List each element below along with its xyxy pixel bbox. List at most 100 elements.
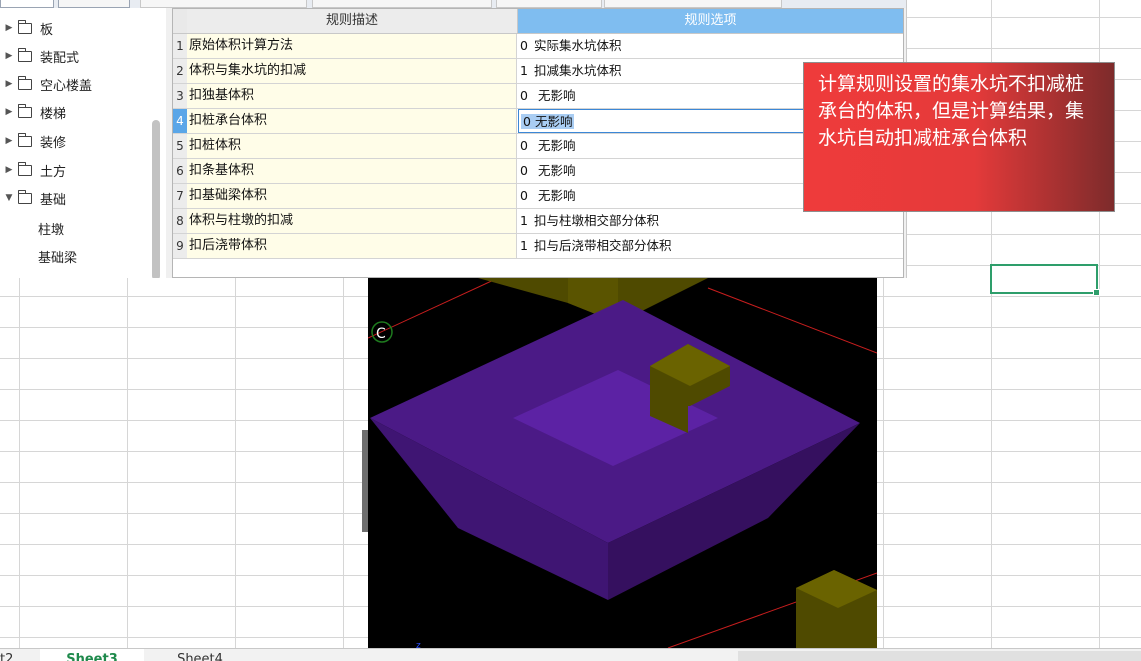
rule-description: 扣后浇带体积 (187, 234, 517, 258)
option-code: 0 (520, 88, 528, 103)
table-row-selected[interactable]: 4 扣桩承台体积 0 无影响 (173, 109, 903, 134)
folder-icon (17, 161, 32, 176)
row-number: 5 (173, 134, 188, 158)
tree-item-label: 楼梯 (40, 106, 67, 122)
rule-description: 扣基础梁体积 (187, 184, 517, 208)
sheet-tab-bar: t2 Sheet3 Sheet4 (0, 648, 1141, 661)
option-code: 1 (520, 213, 528, 228)
rule-option[interactable]: 1 扣与后浇带相交部分体积 (518, 234, 903, 258)
rule-option[interactable]: 1 扣与柱墩相交部分体积 (518, 209, 903, 233)
option-code: 1 (520, 63, 528, 78)
expand-arrow-icon[interactable]: ▶ (0, 136, 18, 146)
option-code: 0 (523, 114, 531, 129)
folder-icon (17, 19, 32, 34)
rule-description: 扣桩体积 (187, 134, 517, 158)
option-value: 扣减集水坑体积 (534, 63, 622, 78)
tree-item-prefab[interactable]: ▶ 装配式 (0, 42, 79, 70)
rule-option[interactable]: 0 实际集水坑体积 (518, 34, 903, 58)
row-number: 4 (173, 109, 188, 133)
tree-item-label: 板 (40, 22, 54, 38)
row-number: 3 (173, 84, 188, 108)
3d-scene: C z (368, 278, 877, 648)
option-code: 0 (520, 163, 528, 178)
collapse-arrow-icon[interactable]: ▼ (0, 193, 18, 203)
tree-child-column-pier[interactable]: 柱墩 (38, 219, 64, 238)
option-code: 0 (520, 38, 528, 53)
sheet-tab[interactable]: Sheet4 (148, 649, 252, 661)
tree-item-label: 空心楼盖 (40, 78, 93, 94)
row-number: 9 (173, 234, 188, 258)
rule-description: 扣桩承台体积 (187, 109, 517, 133)
table-row[interactable]: 5 扣桩体积 0 无影响 (173, 134, 903, 159)
row-number: 6 (173, 159, 188, 183)
tree-item-label: 土方 (40, 164, 67, 180)
table-row[interactable]: 1 原始体积计算方法 0 实际集水坑体积 (173, 34, 903, 59)
tree-scrollbar[interactable] (152, 120, 160, 278)
table-row[interactable]: 3 扣独基体积 0 无影响 (173, 84, 903, 109)
option-code: 0 (520, 138, 528, 153)
rule-description: 体积与集水坑的扣减 (187, 59, 517, 83)
column-header-option[interactable]: 规则选项 (518, 9, 903, 34)
expand-arrow-icon[interactable]: ▶ (0, 51, 18, 61)
table-row[interactable]: 6 扣条基体积 0 无影响 (173, 159, 903, 184)
tree-item-slab[interactable]: ▶ 板 (0, 14, 53, 42)
sheet-tab-active[interactable]: Sheet3 (40, 649, 144, 661)
3d-viewport[interactable]: C z (368, 278, 877, 648)
expand-arrow-icon[interactable]: ▶ (0, 79, 18, 89)
sheet-tab[interactable]: t2 (0, 649, 36, 661)
rule-description: 体积与柱墩的扣减 (187, 209, 517, 233)
rules-table-header: 规则描述 规则选项 (173, 9, 903, 34)
tree-item-earthwork[interactable]: ▶ 土方 (0, 156, 66, 184)
tree-item-label: 装配式 (40, 50, 80, 66)
rules-table: 规则描述 规则选项 1 原始体积计算方法 0 实际集水坑体积 2 体积与集水坑的扣… (172, 8, 904, 278)
expand-arrow-icon[interactable]: ▶ (0, 107, 18, 117)
option-value: 实际集水坑体积 (534, 38, 622, 53)
row-number: 7 (173, 184, 188, 208)
table-row[interactable]: 9 扣后浇带体积 1 扣与后浇带相交部分体积 (173, 234, 903, 259)
tree-item-hollow-floor[interactable]: ▶ 空心楼盖 (0, 70, 92, 98)
folder-icon (17, 103, 32, 118)
option-code: 1 (520, 238, 528, 253)
axis-line (707, 287, 877, 354)
toolbar-field[interactable] (496, 0, 602, 8)
app-window: ▶ 板 ▶ 装配式 ▶ 空心楼盖 ▶ 楼梯 ▶ 装修 ▶ 土方 ▼ 基础 柱墩 … (0, 0, 907, 278)
selected-cell[interactable] (990, 264, 1100, 296)
expand-arrow-icon[interactable]: ▶ (0, 165, 18, 175)
tree-item-foundation[interactable]: ▼ 基础 (0, 184, 66, 212)
option-value: 扣与柱墩相交部分体积 (534, 213, 660, 228)
axis-line (368, 278, 499, 339)
tree-item-label: 装修 (40, 135, 67, 151)
option-value: 无影响 (537, 138, 576, 153)
folder-icon (17, 75, 32, 90)
row-number: 1 (173, 34, 188, 58)
tree-item-stairs[interactable]: ▶ 楼梯 (0, 98, 66, 126)
folder-icon (17, 47, 32, 62)
header-corner (173, 9, 188, 34)
tree-child-foundation-beam[interactable]: 基础梁 (38, 247, 77, 266)
annotation-note: 计算规则设置的集水坑不扣减桩承台的体积，但是计算结果，集水坑自动扣减桩承台体积 (803, 62, 1115, 212)
toolbar-field[interactable] (604, 0, 782, 8)
option-value: 无影响 (537, 88, 576, 103)
option-value: 无影响 (534, 114, 573, 129)
axis-label: C (376, 326, 386, 342)
expand-arrow-icon[interactable]: ▶ (0, 23, 18, 33)
toolbar-field[interactable] (312, 0, 492, 8)
tree-item-label: 基础 (40, 192, 67, 208)
folder-icon (17, 189, 32, 204)
rule-description: 扣独基体积 (187, 84, 517, 108)
toolbar-field[interactable] (140, 0, 307, 8)
tree-item-finishes[interactable]: ▶ 装修 (0, 127, 66, 155)
toolbar-strip (0, 0, 906, 8)
table-row[interactable]: 2 体积与集水坑的扣减 1 扣减集水坑体积 (173, 59, 903, 84)
option-value: 无影响 (537, 163, 576, 178)
toolbar-tab[interactable] (58, 0, 130, 8)
component-tree: ▶ 板 ▶ 装配式 ▶ 空心楼盖 ▶ 楼梯 ▶ 装修 ▶ 土方 ▼ 基础 柱墩 … (0, 8, 166, 278)
row-number: 2 (173, 59, 188, 83)
folder-icon (17, 132, 32, 147)
selected-option-text[interactable]: 0 无影响 (521, 114, 575, 129)
column-header-description[interactable]: 规则描述 (187, 9, 518, 34)
rule-description: 原始体积计算方法 (187, 34, 517, 58)
toolbar-tab[interactable] (0, 0, 54, 8)
table-row[interactable]: 7 扣基础梁体积 0 无影响 (173, 184, 903, 209)
table-row[interactable]: 8 体积与柱墩的扣减 1 扣与柱墩相交部分体积 (173, 209, 903, 234)
